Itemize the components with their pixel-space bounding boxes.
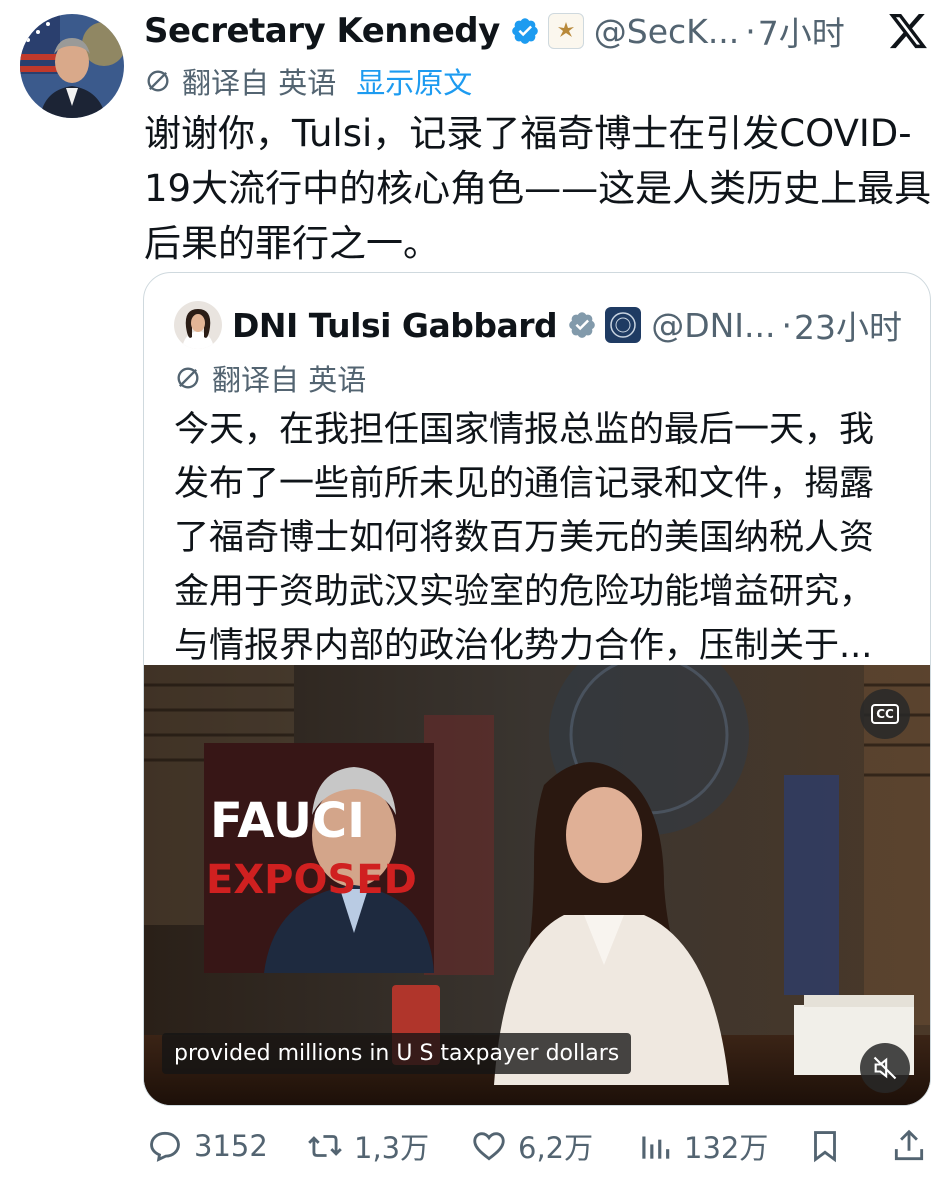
quoted-post-card[interactable]: DNI Tulsi Gabbard @DNI... · 23小时 翻译自 英语 … — [143, 272, 931, 1106]
action-bar: 3152 1,3万 6,2万 132万 — [0, 1118, 951, 1174]
quoted-author-display-name[interactable]: DNI Tulsi Gabbard — [232, 306, 558, 345]
post-time[interactable]: 7小时 — [758, 7, 845, 55]
views-button[interactable]: 132万 — [636, 1118, 768, 1174]
separator-dot: · — [745, 11, 756, 51]
author-display-name[interactable]: Secretary Kennedy — [144, 11, 500, 51]
quoted-author-avatar[interactable] — [174, 301, 222, 349]
bookmark-button[interactable] — [806, 1118, 854, 1174]
separator-dot: · — [781, 305, 793, 345]
views-count: 132万 — [684, 1131, 769, 1165]
like-icon — [473, 1132, 505, 1161]
like-button[interactable]: 6,2万 — [470, 1118, 593, 1174]
inset-title-line2: EXPOSED — [206, 857, 417, 903]
mute-icon — [873, 1056, 897, 1080]
repost-button[interactable]: 1,3万 — [306, 1118, 429, 1174]
video-caption: provided millions in U S taxpayer dollar… — [162, 1033, 632, 1074]
quoted-post-header: DNI Tulsi Gabbard @DNI... · 23小时 — [174, 301, 902, 349]
reply-count: 3152 — [194, 1129, 268, 1163]
close-x-icon[interactable] — [887, 10, 929, 52]
verified-badge-icon[interactable] — [510, 16, 540, 46]
quoted-translated-from-label: 翻译自 英语 — [212, 363, 367, 397]
translation-notice: 翻译自 英语 显示原文 — [144, 60, 472, 102]
reply-button[interactable]: 3152 — [146, 1118, 268, 1174]
repost-icon — [308, 1135, 342, 1157]
inset-title-line1: FAUCI — [210, 793, 365, 849]
like-count: 6,2万 — [518, 1131, 594, 1165]
closed-captions-button[interactable]: CC — [860, 689, 910, 739]
post-header: Secretary Kennedy @SecK... · 7小时 — [144, 8, 845, 54]
views-icon — [642, 1136, 670, 1159]
affiliation-badge-icon[interactable] — [547, 13, 584, 49]
quoted-author-handle[interactable]: @DNI... — [651, 306, 775, 345]
share-icon — [894, 1129, 924, 1161]
author-handle[interactable]: @SecK... — [594, 12, 740, 51]
reply-icon — [150, 1131, 180, 1162]
mute-button[interactable] — [860, 1043, 910, 1093]
post-text: 谢谢你，Tulsi，记录了福奇博士在引发COVID-19大流行中的核心角色——这… — [144, 112, 932, 265]
translated-from-label: 翻译自 英语 — [182, 66, 337, 100]
share-button[interactable] — [890, 1118, 938, 1174]
author-avatar[interactable] — [20, 14, 124, 118]
translate-icon — [174, 364, 202, 392]
verified-badge-icon[interactable] — [567, 310, 597, 340]
quoted-post-time[interactable]: 23小时 — [794, 301, 902, 349]
translate-icon — [144, 67, 172, 95]
affiliation-seal-icon[interactable] — [605, 307, 642, 343]
video-player[interactable]: FAUCI EXPOSED CC provided millions in U … — [144, 665, 930, 1105]
quoted-post-text: 今天，在我担任国家情报总监的最后一天，我发布了一些前所未见的通信记录和文件，揭露… — [174, 410, 875, 666]
cc-icon: CC — [871, 704, 899, 724]
repost-count: 1,3万 — [354, 1131, 430, 1165]
bookmark-icon — [814, 1131, 836, 1163]
show-original-link[interactable]: 显示原文 — [356, 60, 472, 102]
quoted-translation-notice: 翻译自 英语 — [174, 357, 366, 399]
